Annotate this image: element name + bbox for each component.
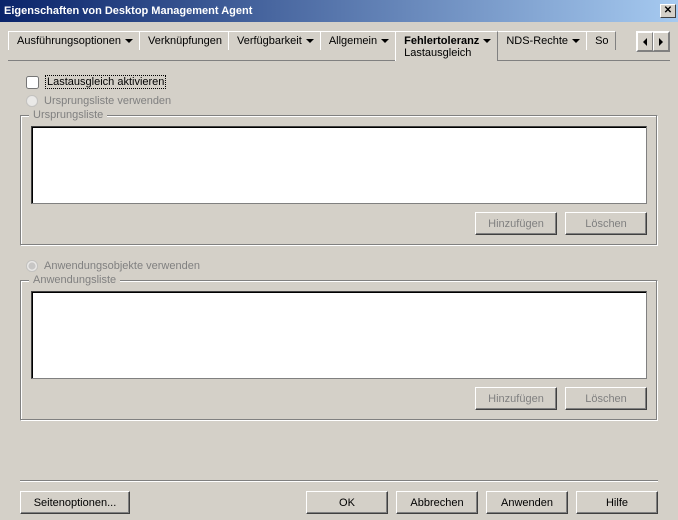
tab-label: Fehlertoleranz (404, 35, 479, 47)
tab-label: So (595, 35, 608, 47)
sourcelist-delete-button: Löschen (565, 212, 647, 235)
tab-verknuepfungen[interactable]: Verknüpfungen (139, 31, 229, 50)
bottom-button-bar: Seitenoptionen... OK Abbrechen Anwenden … (20, 480, 658, 514)
tab-scroll-left[interactable] (637, 32, 653, 51)
applist-add-button: Hinzufügen (475, 387, 557, 410)
use-sourcelist-row: Ursprungsliste verwenden (26, 95, 658, 107)
applist-button-row: Hinzufügen Löschen (31, 387, 647, 410)
tab-strip: Ausführungsoptionen Verknüpfungen Verfüg… (8, 30, 670, 61)
apply-button[interactable]: Anwenden (486, 491, 568, 514)
tab-verfuegbarkeit[interactable]: Verfügbarkeit (228, 31, 321, 50)
dropdown-icon (572, 39, 580, 43)
title-bar: Eigenschaften von Desktop Management Age… (0, 0, 678, 22)
tab-label: NDS-Rechte (506, 35, 568, 47)
applist-group: Anwendungsliste Hinzufügen Löschen (20, 280, 658, 421)
tab-label: Ausführungsoptionen (17, 35, 121, 47)
tab-fehlertoleranz[interactable]: Fehlertoleranz Lastausgleich (395, 31, 498, 61)
sourcelist-add-button: Hinzufügen (475, 212, 557, 235)
sourcelist-listbox[interactable] (31, 126, 647, 204)
activate-loadbalancing-row: Lastausgleich aktivieren (26, 75, 658, 89)
dropdown-icon (125, 39, 133, 43)
tab-label: Verfügbarkeit (237, 35, 302, 47)
dropdown-icon (483, 39, 491, 43)
use-applist-radio (26, 260, 38, 272)
arrow-right-icon (659, 38, 663, 46)
tab-ausfuehrungsoptionen[interactable]: Ausführungsoptionen (8, 31, 140, 50)
tab-subtitle: Lastausgleich (404, 47, 471, 59)
window-title: Eigenschaften von Desktop Management Age… (4, 5, 660, 17)
use-applist-row: Anwendungsobjekte verwenden (26, 260, 658, 272)
sourcelist-group: Ursprungsliste Hinzufügen Löschen (20, 115, 658, 246)
tab-label: Verknüpfungen (148, 35, 222, 47)
sourcelist-legend: Ursprungsliste (29, 109, 107, 121)
tab-scroll (636, 31, 670, 52)
dropdown-icon (381, 39, 389, 43)
tab-nds-rechte[interactable]: NDS-Rechte (497, 31, 587, 50)
applist-listbox[interactable] (31, 291, 647, 379)
help-button[interactable]: Hilfe (576, 491, 658, 514)
dropdown-icon (306, 39, 314, 43)
sourcelist-button-row: Hinzufügen Löschen (31, 212, 647, 235)
tab-scroll-right[interactable] (653, 32, 669, 51)
tab-overflow[interactable]: So (586, 31, 615, 50)
arrow-left-icon (643, 38, 647, 46)
tab-label: Allgemein (329, 35, 377, 47)
tab-content: Lastausgleich aktivieren Ursprungsliste … (8, 75, 670, 514)
applist-delete-button: Löschen (565, 387, 647, 410)
cancel-button[interactable]: Abbrechen (396, 491, 478, 514)
tab-allgemein[interactable]: Allgemein (320, 31, 396, 50)
activate-loadbalancing-checkbox[interactable] (26, 76, 39, 89)
use-sourcelist-radio (26, 95, 38, 107)
ok-button[interactable]: OK (306, 491, 388, 514)
page-options-button[interactable]: Seitenoptionen... (20, 491, 130, 514)
applist-legend: Anwendungsliste (29, 274, 120, 286)
close-button[interactable]: ✕ (660, 4, 676, 18)
use-applist-label: Anwendungsobjekte verwenden (44, 260, 200, 272)
activate-loadbalancing-label[interactable]: Lastausgleich aktivieren (45, 75, 166, 89)
use-sourcelist-label: Ursprungsliste verwenden (44, 95, 171, 107)
dialog-body: Ausführungsoptionen Verknüpfungen Verfüg… (0, 22, 678, 520)
